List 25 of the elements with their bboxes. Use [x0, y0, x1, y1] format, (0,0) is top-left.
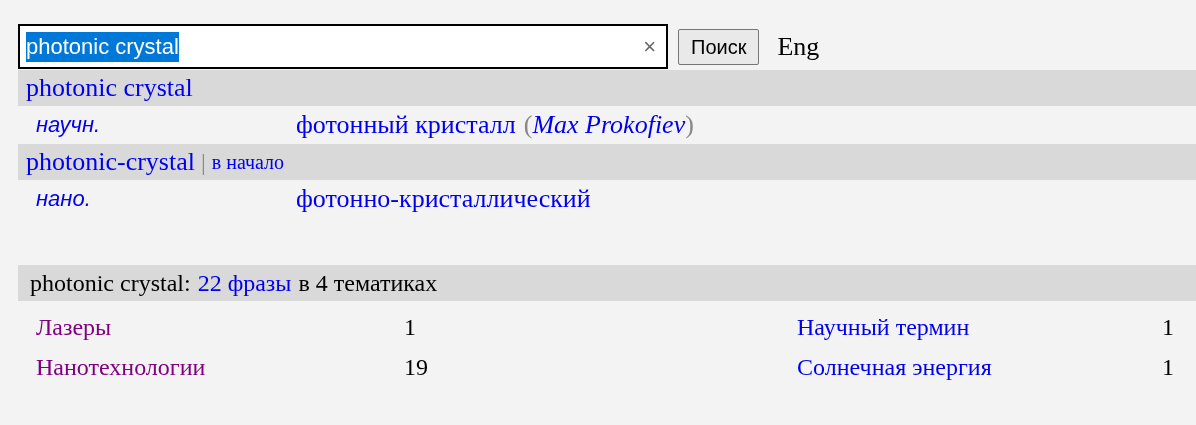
start-link[interactable]: в начало — [211, 145, 285, 179]
subject-link[interactable]: нано. — [18, 182, 296, 216]
phrases-link[interactable]: 22 фразы — [197, 266, 292, 300]
clear-button[interactable]: × — [643, 29, 656, 64]
author-note: (Max Prokofiev) — [523, 109, 694, 141]
search-field[interactable]: photonic crystal × — [18, 24, 668, 69]
topic-link[interactable]: Солнечная энергия — [797, 350, 1162, 384]
search-button[interactable]: Поиск — [678, 28, 760, 65]
topic-link[interactable]: Научный термин — [797, 310, 1162, 344]
translation-link[interactable]: фотонно-кристаллический — [296, 182, 591, 216]
term-link[interactable]: photonic-crystal — [26, 145, 195, 179]
topic-link[interactable]: Нанотехнологии — [36, 350, 404, 384]
topic-count: 1 — [404, 313, 417, 342]
topics-text: в 4 тематиках — [298, 269, 438, 298]
search-text: photonic crystal — [26, 31, 179, 62]
subject-link[interactable]: научн. — [18, 108, 296, 142]
topic-count: 1 — [1162, 313, 1175, 342]
separator: | — [200, 148, 206, 177]
language-link[interactable]: Eng — [777, 29, 820, 64]
topic-link[interactable]: Лазеры — [36, 310, 404, 344]
topic-count: 19 — [404, 353, 429, 382]
translation-link[interactable]: фотонный кристалл — [296, 108, 516, 142]
term-link[interactable]: photonic crystal — [26, 71, 193, 105]
topic-count: 1 — [1162, 353, 1175, 382]
phrases-term: photonic crystal: — [30, 269, 191, 298]
